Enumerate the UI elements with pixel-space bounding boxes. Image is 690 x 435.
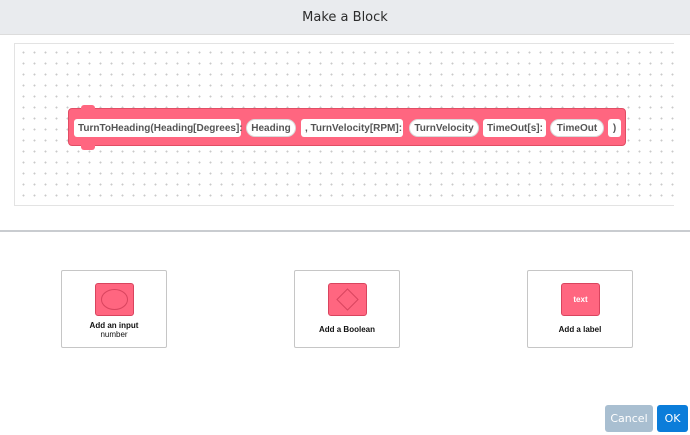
block-input-timeout[interactable]: TimeOut	[550, 119, 604, 137]
cancel-button[interactable]: Cancel	[605, 405, 653, 432]
ok-button[interactable]: OK	[657, 405, 688, 432]
block-label-segment[interactable]: , TurnVelocity[RPM]:	[301, 119, 403, 137]
text-label-icon: text	[561, 283, 600, 316]
block-bottom-notch	[81, 144, 95, 150]
add-boolean-option[interactable]: Add a Boolean	[294, 270, 400, 348]
block-input-heading[interactable]: Heading	[246, 119, 296, 137]
add-input-option[interactable]: Add an input number	[61, 270, 167, 348]
section-divider	[0, 230, 690, 232]
add-input-label: Add an input	[89, 321, 139, 330]
add-boolean-label: Add a Boolean	[318, 325, 375, 334]
block-label-segment[interactable]: TurnToHeading(Heading[Degrees]:	[74, 119, 243, 137]
block-input-turn-velocity[interactable]: TurnVelocity	[409, 119, 479, 137]
dialog-header: Make a Block	[0, 0, 690, 35]
dialog-title: Make a Block	[302, 9, 388, 25]
boolean-input-icon	[328, 283, 367, 316]
block-label-segment[interactable]: )	[608, 119, 621, 137]
add-label-option[interactable]: text Add a label	[527, 270, 633, 348]
block-label-segment[interactable]: TimeOut[s]:	[483, 119, 546, 137]
number-input-icon	[95, 283, 134, 316]
block-top-notch	[81, 105, 95, 111]
add-input-sublabel: number	[100, 330, 128, 339]
add-label-label: Add a label	[558, 325, 602, 334]
custom-block: TurnToHeading(Heading[Degrees]: Heading …	[68, 105, 626, 150]
text-label-icon-text: text	[573, 295, 588, 304]
